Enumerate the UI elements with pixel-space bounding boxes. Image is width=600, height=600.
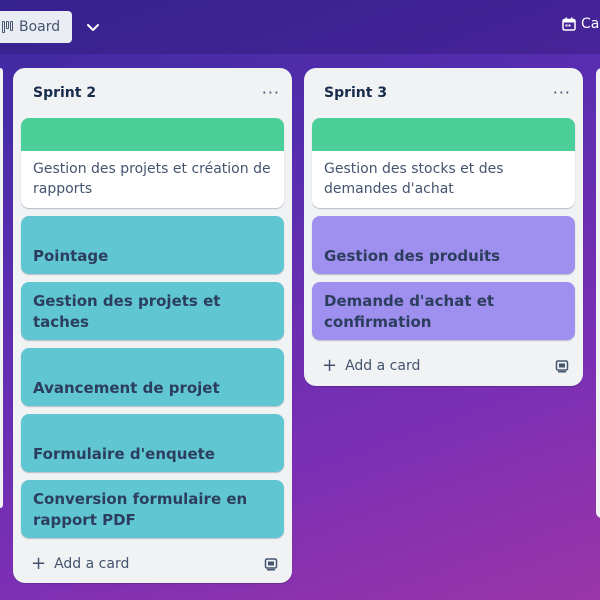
list-sprint-3: Sprint 3 ··· Gestion des stocks et des d… <box>304 68 583 386</box>
board-view-label: Board <box>19 19 61 35</box>
card-list: Gestion des projets et création de rappo… <box>13 118 292 538</box>
card-template-icon[interactable] <box>264 557 278 571</box>
list-header: Sprint 2 ··· <box>13 68 292 118</box>
card-cover <box>21 118 284 151</box>
list-sprint-2: Sprint 2 ··· Gestion des projets et créa… <box>13 68 292 583</box>
calendar-view-label: Ca <box>581 16 600 32</box>
partial-list-right <box>596 68 600 518</box>
list-title[interactable]: Sprint 3 <box>324 85 387 101</box>
add-card-row: + Add a card <box>13 542 292 586</box>
card[interactable]: Pointage <box>21 216 284 274</box>
card-title: Gestion des projets et création de rappo… <box>33 161 271 197</box>
card-title: Formulaire d'enquete <box>33 445 215 463</box>
card[interactable]: Demande d'achat et confirmation <box>312 282 575 340</box>
card[interactable]: Gestion des produits <box>312 216 575 274</box>
card-template-icon[interactable] <box>555 359 569 373</box>
card-title: Pointage <box>33 247 109 265</box>
card[interactable]: Gestion des stocks et des demandes d'ach… <box>312 118 575 208</box>
board-icon <box>2 21 13 33</box>
list-title[interactable]: Sprint 2 <box>33 85 96 101</box>
plus-icon: + <box>31 553 47 574</box>
board-view-button[interactable]: Board <box>0 11 72 43</box>
card[interactable]: Gestion des projets et création de rappo… <box>21 118 284 208</box>
add-card-button[interactable]: + Add a card <box>322 357 420 375</box>
card-title: Gestion des produits <box>324 247 501 265</box>
board-header: Board Ca <box>0 0 600 54</box>
add-card-label: Add a card <box>54 556 130 572</box>
card-cover <box>312 118 575 151</box>
more-icon[interactable]: ··· <box>553 85 571 101</box>
plus-icon: + <box>322 355 338 376</box>
card[interactable]: Formulaire d'enquete <box>21 414 284 472</box>
card-title: Gestion des projets et taches <box>33 292 221 331</box>
card-title: Demande d'achat et confirmation <box>324 292 495 331</box>
card-title: Avancement de projet <box>33 379 220 397</box>
add-card-row: + Add a card <box>304 344 583 388</box>
calendar-icon <box>562 17 576 31</box>
card[interactable]: Avancement de projet <box>21 348 284 406</box>
card-list: Gestion des stocks et des demandes d'ach… <box>304 118 583 340</box>
card[interactable]: Conversion formulaire en rapport PDF <box>21 480 284 538</box>
partial-list-left <box>0 68 3 508</box>
card[interactable]: Gestion des projets et taches <box>21 282 284 340</box>
add-card-label: Add a card <box>345 358 421 374</box>
list-header: Sprint 3 ··· <box>304 68 583 118</box>
card-title: Gestion des stocks et des demandes d'ach… <box>324 161 504 197</box>
calendar-view-button[interactable]: Ca <box>562 16 599 32</box>
add-card-button[interactable]: + Add a card <box>31 555 129 573</box>
chevron-down-icon[interactable] <box>84 18 102 36</box>
more-icon[interactable]: ··· <box>262 85 280 101</box>
card-title: Conversion formulaire en rapport PDF <box>33 490 248 529</box>
